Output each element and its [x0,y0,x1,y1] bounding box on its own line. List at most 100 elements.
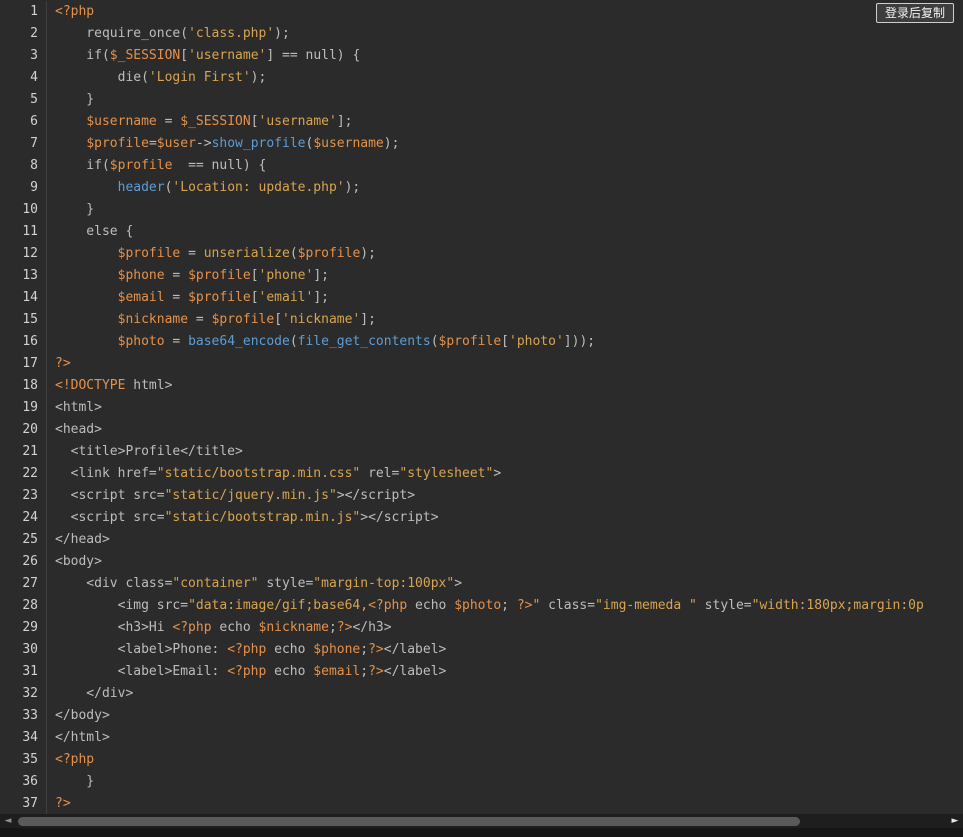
code-line: 21 <title>Profile</title> [0,441,963,463]
code-text: else { [46,221,133,243]
line-number: 22 [22,466,38,481]
line-number: 36 [22,774,38,789]
code-line: 6 $username = $_SESSION['username']; [0,111,963,133]
line-number: 33 [22,708,38,723]
line-number: 1 [30,4,38,19]
line-number: 14 [22,290,38,305]
line-number: 29 [22,620,38,635]
code-text: <link href="static/bootstrap.min.css" re… [46,463,501,485]
code-line: 8 if($profile == null) { [0,155,963,177]
line-number: 30 [22,642,38,657]
code-text: </html> [46,727,110,749]
code-text: if($_SESSION['username'] == null) { [46,45,360,67]
code-lines: 1 <?php 2 require_once('class.php'); 3 if($… [0,1,963,814]
code-line: 16 $photo = base64_encode(file_get_conte… [0,331,963,353]
code-text: } [46,199,94,221]
scrollbar-thumb[interactable] [18,816,801,826]
code-text: <!DOCTYPE html> [46,375,172,397]
code-line: 33 </body> [0,705,963,727]
code-line: 36 } [0,771,963,793]
code-line: 10 } [0,199,963,221]
code-text: <html> [46,397,102,419]
line-number: 26 [22,554,38,569]
line-number: 6 [30,114,38,129]
scroll-right-arrow-icon[interactable]: ► [947,814,963,828]
code-line: 9 header('Location: update.php'); [0,177,963,199]
code-text: } [46,771,94,793]
code-text: <script src="static/jquery.min.js"></scr… [46,485,415,507]
horizontal-scrollbar[interactable]: ◄ ► [0,814,963,828]
code-viewer-page: { "copy_button": { "label": "登录后复制" }, "… [0,0,963,837]
line-number: 32 [22,686,38,701]
code-text: <body> [46,551,102,573]
code-line: 28 <img src="data:image/gif;base64,<?php… [0,595,963,617]
line-number: 16 [22,334,38,349]
code-line: 20 <head> [0,419,963,441]
code-text: <?php [46,749,94,771]
code-line: 34 </html> [0,727,963,749]
code-line: 1 <?php [0,1,963,23]
copy-after-login-button[interactable]: 登录后复制 [875,3,954,23]
line-number: 12 [22,246,38,261]
code-line: 32 </div> [0,683,963,705]
code-text: <img src="data:image/gif;base64,<?php ec… [46,595,924,617]
code-line: 13 $phone = $profile['phone']; [0,265,963,287]
code-text: ?> [46,353,71,375]
line-number: 19 [22,400,38,415]
line-number: 31 [22,664,38,679]
code-text: <?php [46,1,94,23]
code-text: </div> [46,683,133,705]
scrollbar-track[interactable] [16,814,947,828]
line-number: 11 [22,224,38,239]
code-text: } [46,89,94,111]
code-line: 14 $email = $profile['email']; [0,287,963,309]
line-number: 13 [22,268,38,283]
code-text: <title>Profile</title> [46,441,243,463]
code-text: <div class="container" style="margin-top… [46,573,462,595]
code-text: header('Location: update.php'); [46,177,360,199]
line-number: 3 [30,48,38,63]
line-number: 7 [30,136,38,151]
code-text: die('Login First'); [46,67,266,89]
line-number: 24 [22,510,38,525]
line-number: 18 [22,378,38,393]
code-line: 3 if($_SESSION['username'] == null) { [0,45,963,67]
code-line: 30 <label>Phone: <?php echo $phone;?></l… [0,639,963,661]
code-line: 31 <label>Email: <?php echo $email;?></l… [0,661,963,683]
code-line: 17 ?> [0,353,963,375]
code-text: $profile = unserialize($profile); [46,243,376,265]
line-number: 37 [22,796,38,811]
line-number: 5 [30,92,38,107]
line-number: 28 [22,598,38,613]
page-bottom-strip [0,828,963,837]
line-number: 9 [30,180,38,195]
line-number: 21 [22,444,38,459]
code-text: $profile=$user->show_profile($username); [46,133,399,155]
code-text: require_once('class.php'); [46,23,290,45]
code-text: <h3>Hi <?php echo $nickname;?></h3> [46,617,392,639]
line-number: 27 [22,576,38,591]
code-text: $username = $_SESSION['username']; [46,111,352,133]
code-text: $phone = $profile['phone']; [46,265,329,287]
line-number: 25 [22,532,38,547]
code-line: 15 $nickname = $profile['nickname']; [0,309,963,331]
code-line: 37 ?> [0,793,963,814]
code-line: 25 </head> [0,529,963,551]
line-number: 23 [22,488,38,503]
code-line: 22 <link href="static/bootstrap.min.css"… [0,463,963,485]
line-number: 34 [22,730,38,745]
line-number: 35 [22,752,38,767]
line-number: 10 [22,202,38,217]
code-text: </body> [46,705,110,727]
code-text: $email = $profile['email']; [46,287,329,309]
code-text: <label>Email: <?php echo $email;?></labe… [46,661,446,683]
code-line: 29 <h3>Hi <?php echo $nickname;?></h3> [0,617,963,639]
code-line: 23 <script src="static/jquery.min.js"></… [0,485,963,507]
code-line: 18 <!DOCTYPE html> [0,375,963,397]
code-line: 19 <html> [0,397,963,419]
scroll-left-arrow-icon[interactable]: ◄ [0,814,16,828]
code-line: 2 require_once('class.php'); [0,23,963,45]
code-line: 27 <div class="container" style="margin-… [0,573,963,595]
code-text: ?> [46,793,71,814]
code-text: <label>Phone: <?php echo $phone;?></labe… [46,639,446,661]
